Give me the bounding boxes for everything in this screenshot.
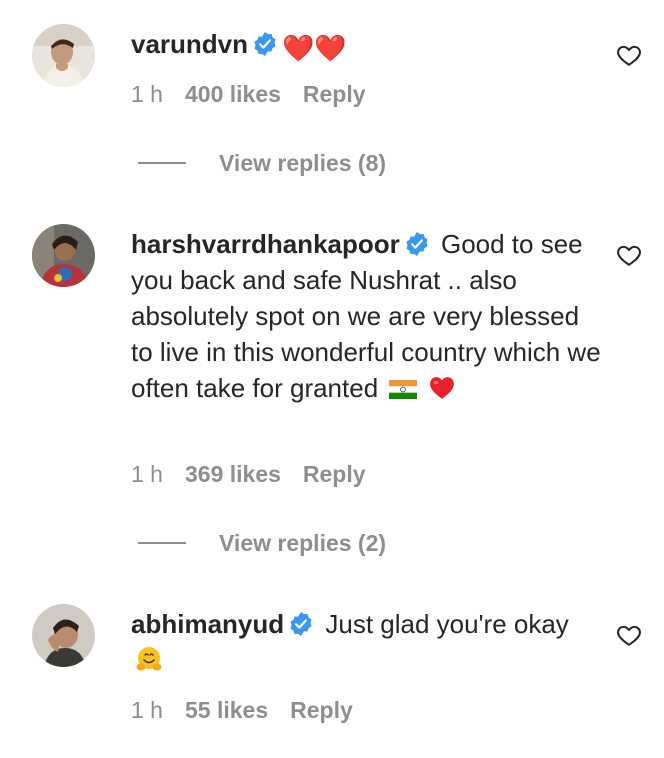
comment-meta: 1 h 55 likes Reply [131, 696, 375, 724]
comment-username[interactable]: varundvn [131, 29, 248, 59]
avatar[interactable] [32, 24, 95, 87]
red-heart-emoji [429, 377, 454, 399]
comment-body: harshvarrdhankapoor Good to see you back… [131, 226, 601, 406]
divider-line [138, 542, 186, 544]
view-replies-label: View replies (2) [219, 529, 387, 556]
comment-username[interactable]: abhimanyud [131, 609, 284, 639]
heart-outline-icon[interactable] [616, 242, 642, 268]
comment-text: Just glad you're okay [318, 609, 569, 639]
heart-outline-icon[interactable] [616, 42, 642, 68]
comment-meta: 1 h 400 likes Reply [131, 80, 388, 108]
reply-button[interactable]: Reply [303, 461, 366, 487]
view-replies-button[interactable]: View replies (2) [138, 528, 386, 558]
avatar[interactable] [32, 604, 95, 667]
comment-time: 1 h [131, 81, 163, 107]
comment-body: abhimanyud Just glad you're okay [131, 606, 601, 678]
comment-body: varundvn ❤️❤️ [131, 26, 601, 67]
comment-time: 1 h [131, 697, 163, 723]
verified-badge-icon [254, 31, 276, 57]
india-flag-emoji [389, 380, 418, 399]
view-replies-button[interactable]: View replies (8) [138, 148, 386, 178]
comment-meta: 1 h 369 likes Reply [131, 460, 388, 488]
hugging-face-emoji [136, 647, 162, 671]
reply-button[interactable]: Reply [303, 81, 366, 107]
comment-likes[interactable]: 369 likes [185, 461, 281, 487]
comment-likes[interactable]: 55 likes [185, 697, 268, 723]
avatar[interactable] [32, 224, 95, 287]
verified-badge-icon [290, 611, 312, 637]
reply-button[interactable]: Reply [290, 697, 353, 723]
verified-badge-icon [406, 231, 428, 257]
comment-time: 1 h [131, 461, 163, 487]
divider-line [138, 162, 186, 164]
heart-outline-icon[interactable] [616, 622, 642, 648]
view-replies-label: View replies (8) [219, 149, 387, 176]
heart-emoji: ❤️❤️ [282, 34, 347, 64]
comment-username[interactable]: harshvarrdhankapoor [131, 229, 400, 259]
comment-likes[interactable]: 400 likes [185, 81, 281, 107]
